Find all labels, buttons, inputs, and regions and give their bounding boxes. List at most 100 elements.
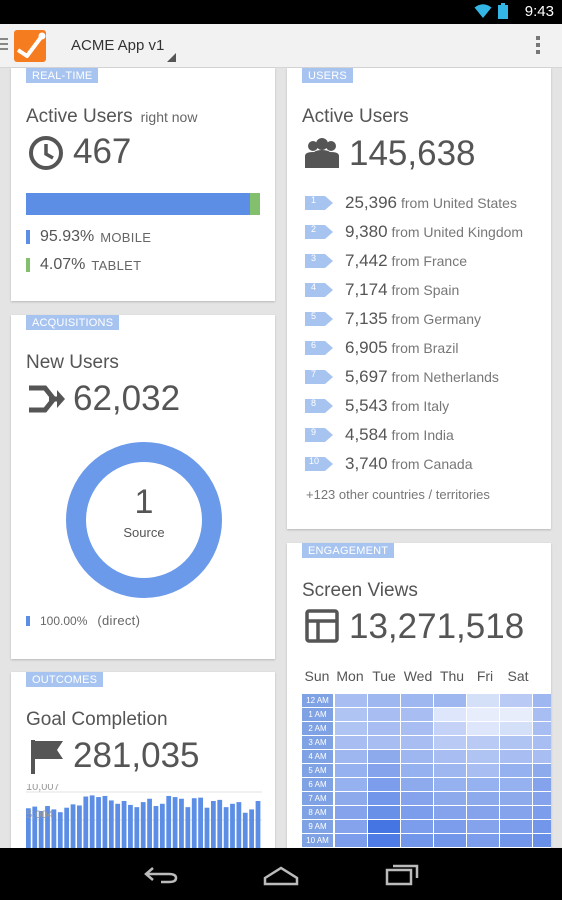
acquisitions-card[interactable]: ACQUISITIONS New Users 62,032 1 Source 1… [11,315,275,659]
heatmap-cell[interactable] [467,708,499,721]
heatmap-cell[interactable] [368,722,400,735]
heatmap-cell[interactable] [401,778,433,791]
heatmap-cell[interactable] [368,834,400,847]
heatmap-cell[interactable] [335,764,367,777]
country-row[interactable]: 8 5,543 from Italy [305,395,449,417]
heatmap-cell[interactable] [500,806,532,819]
heatmap-cell[interactable] [368,694,400,707]
heatmap-cell[interactable] [500,708,532,721]
country-row[interactable]: 1 25,396 from United States [305,192,517,214]
heatmap-cell[interactable] [500,694,532,707]
app-logo-icon[interactable] [14,30,46,62]
heatmap-cell[interactable] [401,834,433,847]
country-row[interactable]: 10 3,740 from Canada [305,453,472,475]
heatmap-cell[interactable] [368,778,400,791]
heatmap-cell[interactable] [368,792,400,805]
heatmap-cell[interactable] [467,806,499,819]
heatmap-cell[interactable] [401,806,433,819]
heatmap-cell[interactable] [533,834,551,847]
heatmap-cell[interactable] [401,694,433,707]
heatmap-cell[interactable] [500,736,532,749]
heatmap-cell[interactable] [335,722,367,735]
recent-apps-icon[interactable] [384,862,420,886]
heatmap-cell[interactable] [368,820,400,833]
heatmap-cell[interactable] [434,764,466,777]
engagement-card[interactable]: ENGAGEMENT Screen Views 13,271,518 Sun Mo… [287,543,551,848]
app-title[interactable]: ACME App v1 [71,37,164,54]
drawer-icon[interactable] [0,38,8,52]
heatmap-cell[interactable] [467,834,499,847]
heatmap-cell[interactable] [500,792,532,805]
heatmap-cell[interactable] [467,736,499,749]
dropdown-indicator-icon[interactable] [167,53,176,62]
country-row[interactable]: 7 5,697 from Netherlands [305,366,499,388]
heatmap-cell[interactable] [368,806,400,819]
heatmap-cell[interactable] [500,778,532,791]
heatmap-cell[interactable] [401,736,433,749]
country-row[interactable]: 3 7,442 from France [305,250,467,272]
heatmap-cell[interactable] [533,736,551,749]
heatmap-cell[interactable] [533,722,551,735]
heatmap-cell[interactable] [335,834,367,847]
heatmap-cell[interactable] [467,722,499,735]
heatmap-cell[interactable] [533,750,551,763]
heatmap-cell[interactable] [533,778,551,791]
users-card[interactable]: USERS Active Users 145,638 1 25,396 from … [287,68,551,529]
heatmap-cell[interactable] [434,778,466,791]
heatmap-cell[interactable] [467,792,499,805]
realtime-card[interactable]: REAL-TIME Active Users right now 467 95.9… [11,68,275,301]
heatmap-cell[interactable] [467,764,499,777]
heatmap-cell[interactable] [467,778,499,791]
heatmap-cell[interactable] [434,708,466,721]
heatmap-cell[interactable] [533,806,551,819]
heatmap-cell[interactable] [434,834,466,847]
heatmap-cell[interactable] [335,736,367,749]
country-row[interactable]: 4 7,174 from Spain [305,279,459,301]
heatmap-cell[interactable] [335,778,367,791]
heatmap-cell[interactable] [467,750,499,763]
heatmap-cell[interactable] [533,792,551,805]
heatmap-cell[interactable] [401,820,433,833]
heatmap-cell[interactable] [368,708,400,721]
heatmap-cell[interactable] [533,764,551,777]
country-row[interactable]: 9 4,584 from India [305,424,454,446]
heatmap-cell[interactable] [335,792,367,805]
home-icon[interactable] [262,864,300,886]
heatmap-cell[interactable] [401,750,433,763]
other-countries-link[interactable]: +123 other countries / territories [306,487,490,502]
heatmap-cell[interactable] [401,764,433,777]
heatmap-cell[interactable] [434,722,466,735]
heatmap-cell[interactable] [434,694,466,707]
heatmap-cell[interactable] [401,708,433,721]
heatmap-cell[interactable] [500,834,532,847]
heatmap-cell[interactable] [368,736,400,749]
heatmap-cell[interactable] [434,820,466,833]
country-row[interactable]: 2 9,380 from United Kingdom [305,221,523,243]
back-icon[interactable] [143,864,179,886]
heatmap-cell[interactable] [368,764,400,777]
heatmap-cell[interactable] [401,792,433,805]
heatmap-cell[interactable] [335,750,367,763]
country-row[interactable]: 5 7,135 from Germany [305,308,481,330]
overflow-menu-icon[interactable] [536,36,540,57]
heatmap-cell[interactable] [335,708,367,721]
heatmap-cell[interactable] [434,792,466,805]
heatmap-cell[interactable] [335,806,367,819]
heatmap-cell[interactable] [335,694,367,707]
heatmap-cell[interactable] [500,764,532,777]
heatmap-cell[interactable] [401,722,433,735]
heatmap-cell[interactable] [533,820,551,833]
heatmap-cell[interactable] [434,750,466,763]
heatmap-cell[interactable] [500,750,532,763]
heatmap-cell[interactable] [335,820,367,833]
heatmap-cell[interactable] [533,708,551,721]
heatmap-cell[interactable] [467,820,499,833]
heatmap-cell[interactable] [500,820,532,833]
heatmap-cell[interactable] [368,750,400,763]
heatmap-cell[interactable] [467,694,499,707]
heatmap-cell[interactable] [500,722,532,735]
outcomes-card[interactable]: OUTCOMES Goal Completion 281,035 10,007 5… [11,672,275,848]
heatmap-cell[interactable] [434,806,466,819]
heatmap-cell[interactable] [434,736,466,749]
heatmap-cell[interactable] [533,694,551,707]
